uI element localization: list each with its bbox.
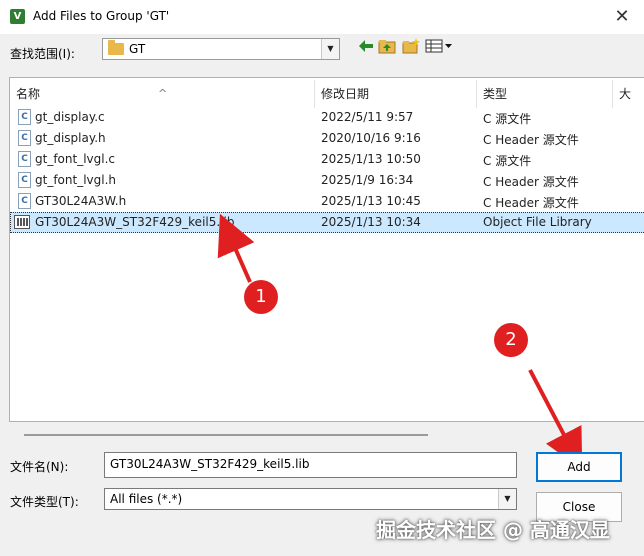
filetype-select[interactable]: All files (*.*) ▼ xyxy=(104,488,517,510)
filetype-value: All files (*.*) xyxy=(110,492,183,506)
chevron-down-icon[interactable]: ▼ xyxy=(498,489,516,509)
annotation-arrow-1 xyxy=(217,213,255,283)
annotation-marker-1: 1 xyxy=(244,280,278,314)
annotation-arrow-2 xyxy=(528,369,583,470)
watermark: 掘金技术社区 @ 高通汉显 xyxy=(376,518,610,542)
filename-label: 文件名(N): xyxy=(10,460,69,474)
annotation-marker-2: 2 xyxy=(494,323,528,357)
divider xyxy=(24,434,428,436)
filename-input[interactable]: GT30L24A3W_ST32F429_keil5.lib xyxy=(104,452,517,478)
add-button[interactable]: Add xyxy=(536,452,622,482)
filetype-label: 文件类型(T): xyxy=(10,495,79,509)
